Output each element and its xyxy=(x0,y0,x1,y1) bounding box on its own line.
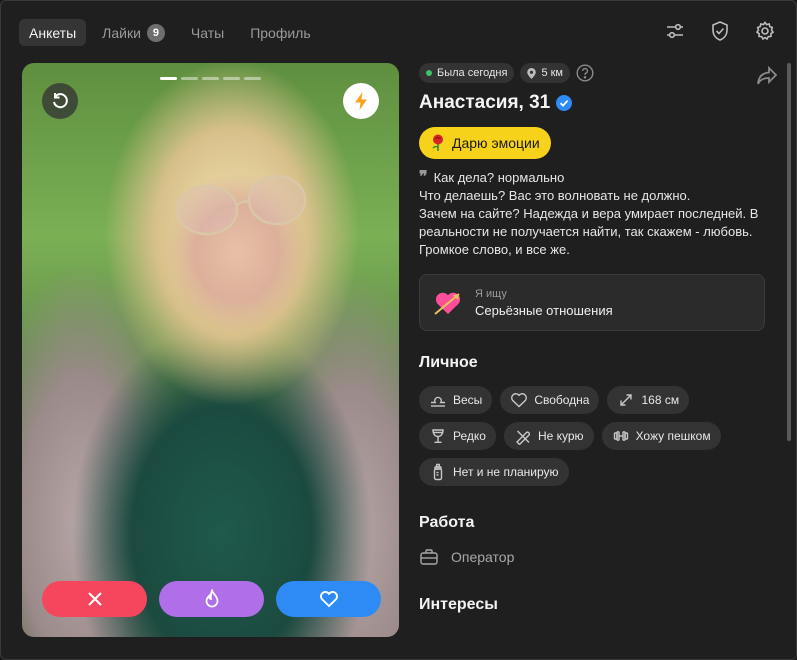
tab-label: Профиль xyxy=(250,24,311,41)
progress-segment xyxy=(244,77,261,80)
superlike-button[interactable] xyxy=(159,581,264,617)
tab-profile[interactable]: Профиль xyxy=(240,19,320,46)
online-status-chip: Была сегодня xyxy=(419,63,515,83)
section-interests-title: Интересы xyxy=(419,596,498,613)
no-smoking-icon xyxy=(515,430,530,445)
dumbbell-icon xyxy=(613,431,628,441)
online-status-text: Была сегодня xyxy=(437,67,508,79)
profile-name: Анастасия, 31 xyxy=(419,92,779,114)
tag-relationship: Свободна xyxy=(500,386,600,414)
work-item: Оператор xyxy=(419,548,779,566)
quote-icon: ❞ xyxy=(419,169,428,186)
profile-photo[interactable] xyxy=(22,63,399,637)
lightning-icon xyxy=(355,92,367,110)
tag-label: Весы xyxy=(453,393,483,407)
tag-sport: Хожу пешком xyxy=(601,422,721,450)
boost-button[interactable] xyxy=(343,83,379,119)
profile-meta: Была сегодня 5 км xyxy=(419,63,779,83)
seeking-value: Серьёзные отношения xyxy=(475,302,613,318)
photo-progress-indicator xyxy=(160,77,261,80)
details-scrollbar[interactable] xyxy=(787,63,791,441)
likes-count-badge: 9 xyxy=(146,23,165,42)
heart-arrow-icon xyxy=(434,292,461,315)
progress-segment xyxy=(202,77,219,80)
section-work-title: Работа xyxy=(419,514,475,531)
tag-alcohol: Редко xyxy=(419,422,496,450)
profile-name-text: Анастасия, 31 xyxy=(419,92,551,113)
top-actions xyxy=(664,20,776,42)
share-icon[interactable] xyxy=(755,65,779,87)
top-nav: Анкеты Лайки 9 Чаты Профиль xyxy=(19,19,321,46)
tag-label: Нет и не планирую xyxy=(453,465,559,479)
tab-likes[interactable]: Лайки 9 xyxy=(92,19,175,46)
tag-smoking: Не курю xyxy=(503,422,594,450)
location-pin-icon xyxy=(527,67,537,79)
personal-tags: Весы Свободна 168 см Редко Не курю Хожу … xyxy=(419,386,769,486)
progress-segment xyxy=(181,77,198,80)
tag-label: Не курю xyxy=(537,429,584,443)
help-icon[interactable] xyxy=(576,64,594,82)
tag-label: Хожу пешком xyxy=(635,429,711,443)
tab-label: Чаты xyxy=(190,24,225,41)
like-button[interactable] xyxy=(276,581,381,617)
work-value: Оператор xyxy=(451,549,515,565)
heart-outline-icon xyxy=(511,393,528,408)
briefcase-icon xyxy=(420,549,438,565)
shield-check-icon[interactable] xyxy=(709,20,731,42)
about-line: Что делаешь? Вас это волновать не должно… xyxy=(419,188,691,203)
verified-badge-icon xyxy=(556,95,573,111)
tag-zodiac: Весы xyxy=(419,386,493,414)
rewind-icon xyxy=(53,93,68,109)
photo-glasses-detail xyxy=(175,174,307,236)
wine-glass-icon xyxy=(432,429,444,444)
distance-text: 5 км xyxy=(541,67,563,79)
tag-label: Редко xyxy=(453,429,486,443)
about-line: ❞ Как дела? нормально xyxy=(419,169,779,187)
tab-label: Анкеты xyxy=(29,24,77,41)
rewind-button[interactable] xyxy=(42,83,78,119)
fire-icon xyxy=(205,589,218,608)
gear-icon[interactable] xyxy=(754,20,776,42)
baby-bottle-icon xyxy=(433,463,443,481)
tag-height: 168 см xyxy=(607,386,690,414)
about-line-text: Как дела? нормально xyxy=(433,170,565,185)
tab-chats[interactable]: Чаты xyxy=(181,19,234,46)
rose-icon xyxy=(432,134,443,151)
dislike-button[interactable] xyxy=(42,581,147,617)
libra-icon xyxy=(431,396,445,407)
tag-children: Нет и не планирую xyxy=(419,458,569,486)
tag-label: 168 см xyxy=(641,393,680,407)
online-dot-icon xyxy=(426,70,432,76)
tab-profiles[interactable]: Анкеты xyxy=(19,19,87,46)
close-icon xyxy=(87,592,102,606)
seeking-card: Я ищу Серьёзные отношения xyxy=(419,274,765,331)
about-text: ❞ Как дела? нормально Что делаешь? Вас эт… xyxy=(419,169,779,259)
gift-emotions-button[interactable]: Дарю эмоции xyxy=(419,127,551,159)
profile-details: Была сегодня 5 км Анастасия, 31 Дарю эмо… xyxy=(419,63,779,659)
progress-segment xyxy=(223,77,240,80)
tab-label: Лайки xyxy=(102,24,141,41)
swipe-actions xyxy=(42,581,381,617)
heart-icon xyxy=(319,591,338,608)
tag-label: Свободна xyxy=(534,393,590,407)
distance-chip: 5 км xyxy=(520,63,570,83)
gift-button-label: Дарю эмоции xyxy=(452,135,540,151)
progress-segment xyxy=(160,77,177,80)
seeking-label: Я ищу xyxy=(475,287,507,300)
app-window: Анкеты Лайки 9 Чаты Профиль Была сегодня… xyxy=(0,0,797,660)
about-line: Зачем на сайте? Надежда и вера умирает п… xyxy=(419,206,759,257)
section-personal-title: Личное xyxy=(419,354,478,371)
seeking-text: Я ищу Серьёзные отношения xyxy=(475,288,613,318)
height-arrows-icon xyxy=(620,394,633,406)
filter-sliders-icon[interactable] xyxy=(664,20,686,42)
